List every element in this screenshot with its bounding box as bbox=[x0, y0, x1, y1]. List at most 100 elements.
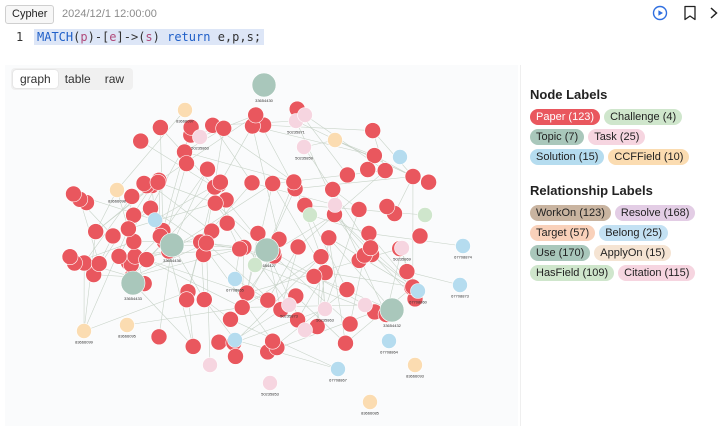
relationship-label-chip[interactable]: Belong (25) bbox=[599, 225, 669, 241]
graph-node-solution[interactable] bbox=[455, 238, 471, 254]
graph-node-task[interactable] bbox=[192, 129, 208, 145]
relationship-label-chip[interactable]: Citation (115) bbox=[618, 265, 696, 281]
graph-node-solution[interactable] bbox=[330, 361, 346, 377]
node-label-chip[interactable]: Paper (123) bbox=[530, 109, 601, 125]
graph-node-paper[interactable] bbox=[135, 175, 153, 192]
expand-panel-button[interactable] bbox=[705, 4, 722, 22]
graph-node-topic[interactable] bbox=[120, 270, 146, 296]
graph-node-paper[interactable] bbox=[233, 299, 251, 316]
graph-node-paper[interactable] bbox=[305, 268, 323, 285]
graph-node-topic[interactable] bbox=[251, 72, 277, 98]
graph-node-topic[interactable] bbox=[379, 297, 405, 323]
relationship-label-chip[interactable]: WorkOn (123) bbox=[530, 205, 611, 221]
graph-node-solution[interactable] bbox=[392, 149, 408, 165]
graph-node-challenge[interactable] bbox=[247, 257, 263, 273]
graph-node-challenge[interactable] bbox=[302, 207, 318, 223]
node-label-chip[interactable]: Topic (7) bbox=[530, 129, 585, 145]
graph-node-paper[interactable] bbox=[359, 161, 377, 178]
graph-node-paper[interactable] bbox=[123, 188, 141, 205]
graph-node-paper[interactable] bbox=[150, 328, 168, 346]
graph-node-paper[interactable] bbox=[285, 173, 303, 191]
graph-svg[interactable]: 3365443033654436336544333365442733654432… bbox=[5, 65, 518, 426]
node-label-chip[interactable]: CCFField (10) bbox=[608, 149, 690, 165]
relationship-label-chip[interactable]: Target (57) bbox=[530, 225, 596, 241]
graph-node-challenge[interactable] bbox=[417, 207, 433, 223]
graph-node-task[interactable] bbox=[202, 357, 218, 373]
graph-node-paper[interactable] bbox=[360, 225, 378, 242]
graph-node-solution[interactable] bbox=[452, 277, 468, 293]
graph-node-paper[interactable] bbox=[376, 162, 394, 179]
graph-node-paper[interactable] bbox=[212, 173, 229, 191]
graph-node-paper[interactable] bbox=[90, 255, 108, 272]
graph-node-paper[interactable] bbox=[132, 132, 149, 150]
graph-node-solution[interactable] bbox=[381, 333, 397, 349]
graph-node-task[interactable] bbox=[297, 107, 313, 123]
graph-node-paper[interactable] bbox=[222, 311, 239, 328]
graph-node-paper[interactable] bbox=[104, 227, 122, 245]
graph-node-task[interactable] bbox=[394, 240, 410, 256]
graph-node-paper[interactable] bbox=[420, 173, 437, 191]
graph-node-paper[interactable] bbox=[231, 240, 248, 258]
node-label-chip[interactable]: Solution (15) bbox=[530, 149, 605, 165]
relationship-label-chip[interactable]: ApplyOn (15) bbox=[594, 245, 672, 261]
graph-node-paper[interactable] bbox=[110, 248, 128, 265]
graph-node-solution[interactable] bbox=[410, 283, 426, 299]
graph-node-paper[interactable] bbox=[338, 281, 356, 298]
save-query-button[interactable] bbox=[681, 4, 699, 22]
graph-node-paper[interactable] bbox=[289, 238, 307, 256]
graph-node-task[interactable] bbox=[297, 322, 313, 338]
graph-node-solution[interactable] bbox=[227, 271, 243, 287]
graph-node-paper[interactable] bbox=[227, 348, 244, 365]
graph-node-paper[interactable] bbox=[247, 106, 264, 124]
graph-node-paper[interactable] bbox=[178, 291, 195, 308]
graph-node-paper[interactable] bbox=[196, 291, 213, 308]
graph-node-paper[interactable] bbox=[259, 291, 277, 309]
node-label-chip[interactable]: Task (25) bbox=[588, 129, 646, 145]
relationship-label-chip[interactable]: HasField (109) bbox=[530, 265, 615, 281]
graph-node-paper[interactable] bbox=[362, 239, 379, 257]
graph-node-paper[interactable] bbox=[149, 174, 167, 191]
graph-node-ccffield[interactable] bbox=[177, 102, 193, 118]
graph-node-paper[interactable] bbox=[337, 334, 354, 352]
graph-node-task[interactable] bbox=[327, 197, 343, 213]
graph-node-paper[interactable] bbox=[178, 155, 195, 172]
graph-node-paper[interactable] bbox=[207, 194, 224, 212]
graph-node-ccffield[interactable] bbox=[76, 323, 92, 339]
graph-node-paper[interactable] bbox=[341, 315, 359, 333]
graph-node-paper[interactable] bbox=[210, 333, 228, 351]
graph-node-paper[interactable] bbox=[184, 338, 202, 355]
query-editor[interactable]: 1 MATCH(p)-[e]->(s) return e,p,s; bbox=[0, 28, 722, 48]
graph-node-paper[interactable] bbox=[120, 220, 137, 238]
graph-node-ccffield[interactable] bbox=[109, 182, 125, 198]
graph-node-paper[interactable] bbox=[350, 201, 368, 218]
graph-node-paper[interactable] bbox=[138, 251, 155, 268]
graph-node-paper[interactable] bbox=[364, 122, 382, 139]
graph-node-paper[interactable] bbox=[65, 185, 82, 203]
graph-node-task[interactable] bbox=[296, 139, 312, 155]
graph-node-paper[interactable] bbox=[152, 119, 169, 136]
graph-node-paper[interactable] bbox=[199, 160, 216, 178]
graph-node-task[interactable] bbox=[357, 297, 373, 313]
language-selector-button[interactable]: Cypher bbox=[5, 5, 55, 24]
graph-node-paper[interactable] bbox=[61, 248, 79, 265]
graph-node-paper[interactable] bbox=[264, 175, 282, 192]
graph-node-ccffield[interactable] bbox=[362, 394, 378, 410]
graph-node-task[interactable] bbox=[281, 297, 297, 313]
tab-table[interactable]: table bbox=[58, 70, 98, 88]
graph-node-paper[interactable] bbox=[324, 181, 342, 198]
graph-node-ccffield[interactable] bbox=[119, 317, 135, 333]
tab-raw[interactable]: raw bbox=[98, 70, 131, 88]
graph-node-paper[interactable] bbox=[243, 174, 261, 192]
graph-node-ccffield[interactable] bbox=[327, 132, 343, 148]
graph-node-paper[interactable] bbox=[339, 166, 356, 184]
graph-node-task[interactable] bbox=[317, 301, 333, 317]
relationship-label-chip[interactable]: Resolve (168) bbox=[614, 205, 696, 221]
graph-node-task[interactable] bbox=[262, 375, 278, 391]
query-code-line[interactable]: MATCH(p)-[e]->(s) return e,p,s; bbox=[34, 29, 265, 45]
graph-node-ccffield[interactable] bbox=[407, 357, 423, 373]
graph-node-solution[interactable] bbox=[227, 332, 243, 348]
graph-node-paper[interactable] bbox=[320, 229, 338, 247]
graph-node-paper[interactable] bbox=[198, 234, 215, 252]
tab-graph[interactable]: graph bbox=[13, 70, 58, 88]
graph-node-paper[interactable] bbox=[312, 248, 330, 265]
